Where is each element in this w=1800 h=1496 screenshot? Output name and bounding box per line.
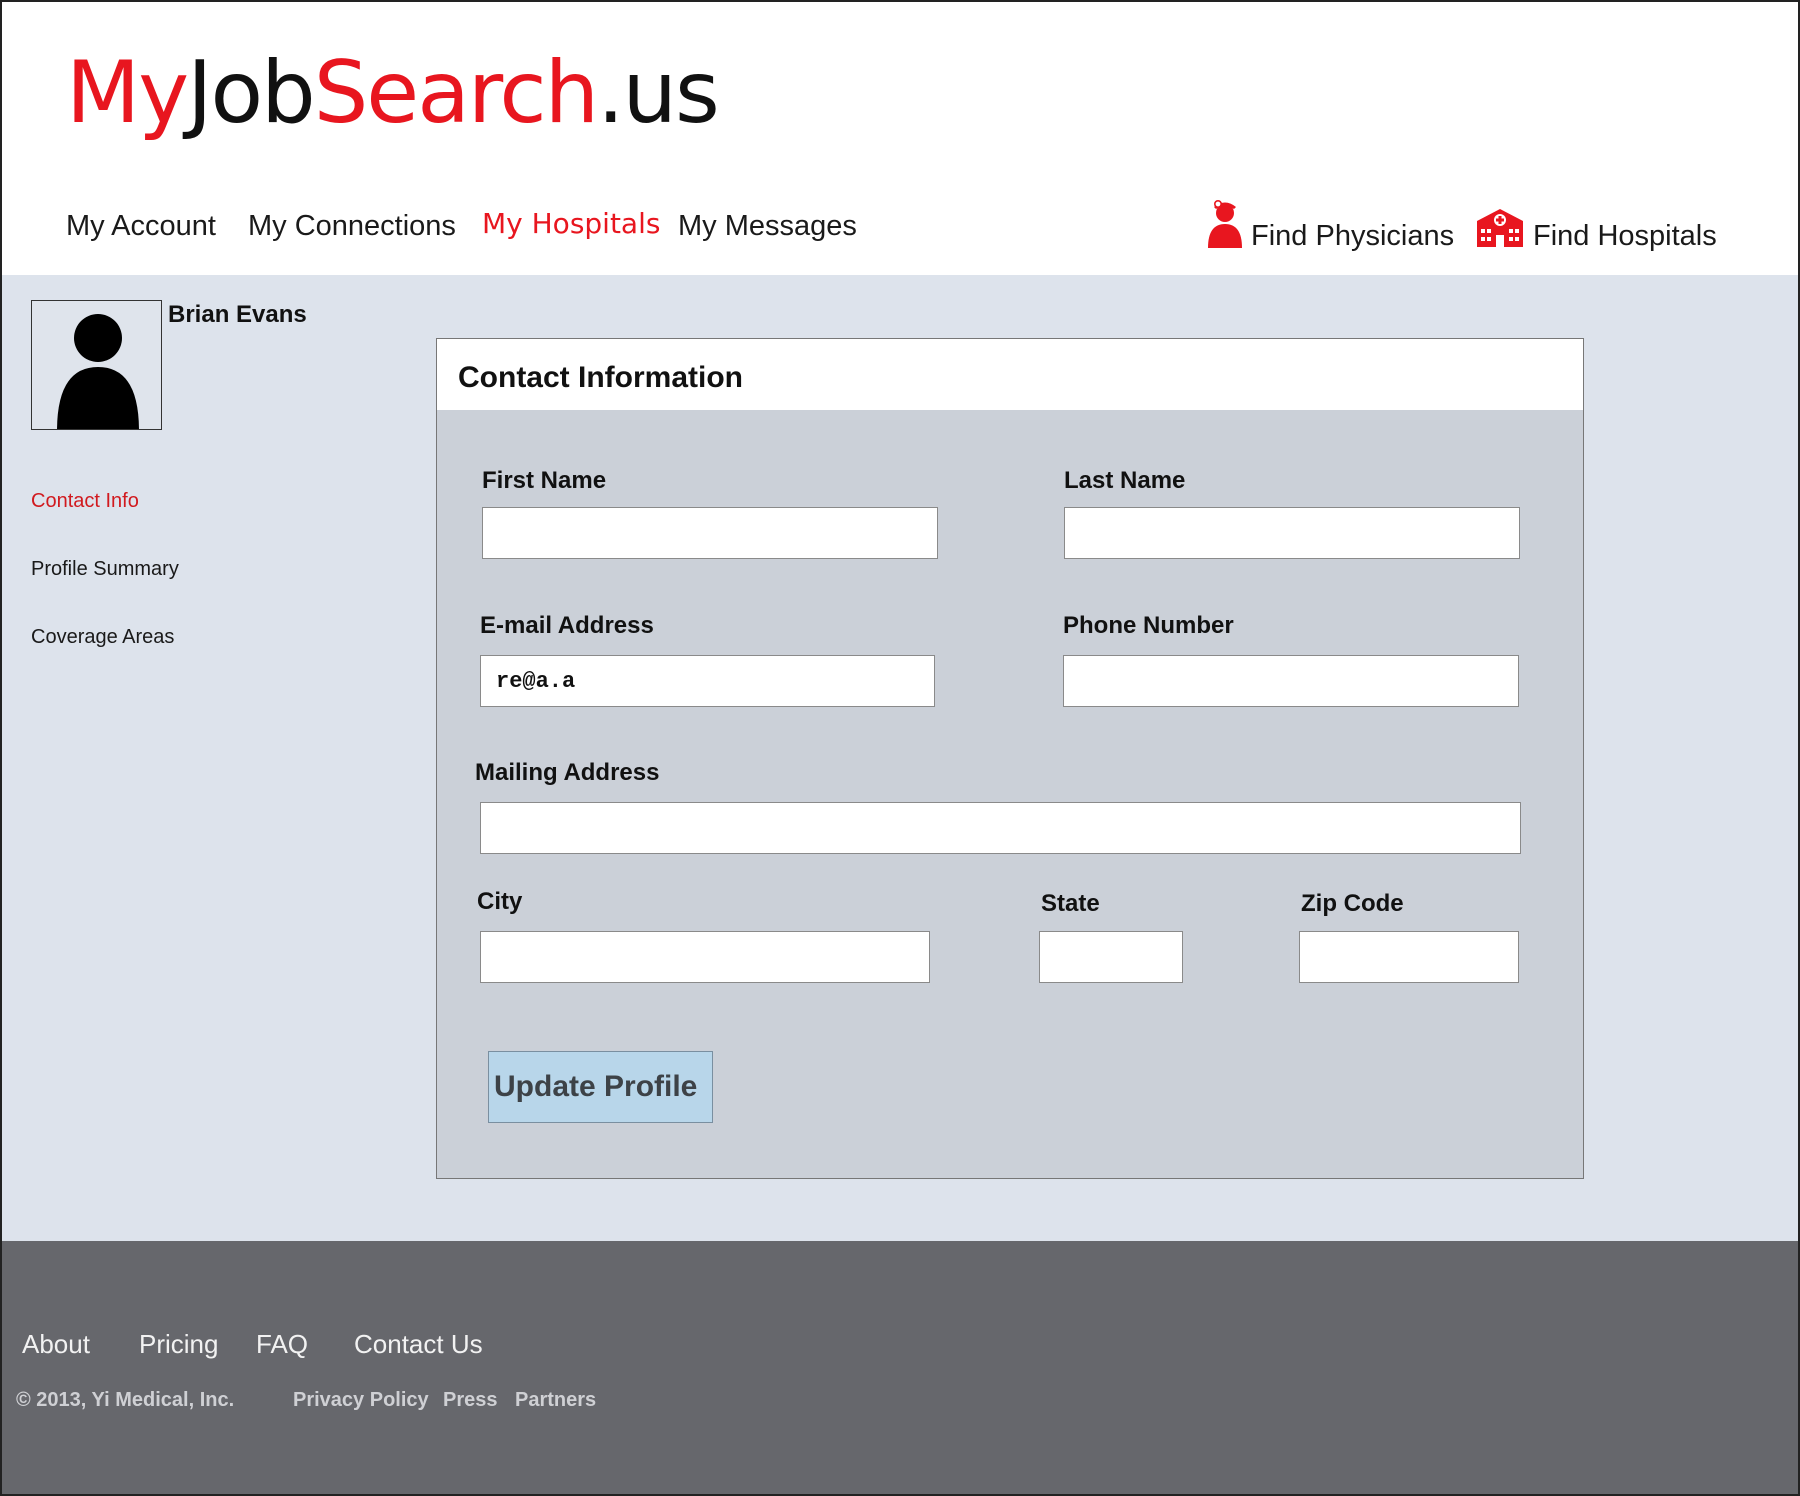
footer-link-contact-us[interactable]: Contact Us	[354, 1329, 483, 1360]
copyright-text: © 2013, Yi Medical, Inc.	[16, 1389, 235, 1411]
sidebar-item-contact-info[interactable]: Contact Info	[31, 490, 139, 513]
logo-part-job: Job	[187, 43, 316, 143]
footer-link-pricing[interactable]: Pricing	[139, 1329, 218, 1360]
state-label: State	[1041, 890, 1100, 917]
email-field[interactable]	[480, 655, 935, 707]
last-name-field[interactable]	[1064, 507, 1520, 559]
user-name: Brian Evans	[168, 301, 307, 328]
first-name-label: First Name	[482, 467, 607, 494]
sidebar-item-coverage-areas[interactable]: Coverage Areas	[31, 626, 174, 649]
site-logo[interactable]: MyJobSearch.us	[66, 50, 720, 136]
zip-code-label: Zip Code	[1301, 890, 1404, 917]
footer-link-privacy-policy[interactable]: Privacy Policy	[293, 1389, 429, 1412]
nav-my-hospitals[interactable]: My Hospitals	[482, 207, 660, 240]
avatar-placeholder-icon	[57, 314, 139, 429]
footer-link-press[interactable]: Press	[443, 1389, 498, 1412]
avatar[interactable]	[31, 300, 162, 430]
footer: About Pricing FAQ Contact Us © 2013, Yi …	[2, 1241, 1798, 1494]
nav-my-connections[interactable]: My Connections	[248, 210, 456, 243]
city-label: City	[477, 888, 523, 915]
footer-link-about[interactable]: About	[22, 1329, 90, 1360]
logo-part-us: .us	[597, 43, 720, 143]
footer-link-partners[interactable]: Partners	[515, 1389, 596, 1412]
main-content: Brian Evans Contact Info Profile Summary…	[2, 275, 1798, 1241]
update-profile-button[interactable]: Update Profile	[488, 1051, 713, 1123]
state-field[interactable]	[1039, 931, 1183, 983]
footer-link-faq[interactable]: FAQ	[256, 1329, 308, 1360]
card-title: Contact Information	[458, 361, 743, 394]
card-header: Contact Information	[437, 339, 1583, 410]
mailing-address-field[interactable]	[480, 802, 1521, 854]
page-frame: MyJobSearch.us My Account My Connections…	[0, 0, 1800, 1496]
nav-my-account[interactable]: My Account	[66, 210, 216, 243]
zip-code-field[interactable]	[1299, 931, 1519, 983]
nav-my-messages[interactable]: My Messages	[678, 210, 857, 243]
hospital-icon[interactable]	[1475, 207, 1525, 247]
last-name-label: Last Name	[1064, 467, 1186, 494]
phone-field[interactable]	[1063, 655, 1519, 707]
city-field[interactable]	[480, 931, 930, 983]
logo-part-my: My	[66, 43, 189, 143]
first-name-field[interactable]	[482, 507, 938, 559]
phone-label: Phone Number	[1063, 612, 1234, 639]
contact-info-card: Contact Information First Name Last Name…	[436, 338, 1584, 1179]
email-label: E-mail Address	[480, 612, 654, 639]
find-physicians-link[interactable]: Find Physicians	[1251, 220, 1454, 253]
mailing-address-label: Mailing Address	[475, 759, 660, 786]
logo-part-search: Search	[313, 43, 599, 143]
sidebar-item-profile-summary[interactable]: Profile Summary	[31, 558, 179, 581]
header: MyJobSearch.us My Account My Connections…	[2, 2, 1798, 275]
find-hospitals-link[interactable]: Find Hospitals	[1533, 220, 1717, 253]
physician-icon[interactable]	[1206, 198, 1244, 248]
